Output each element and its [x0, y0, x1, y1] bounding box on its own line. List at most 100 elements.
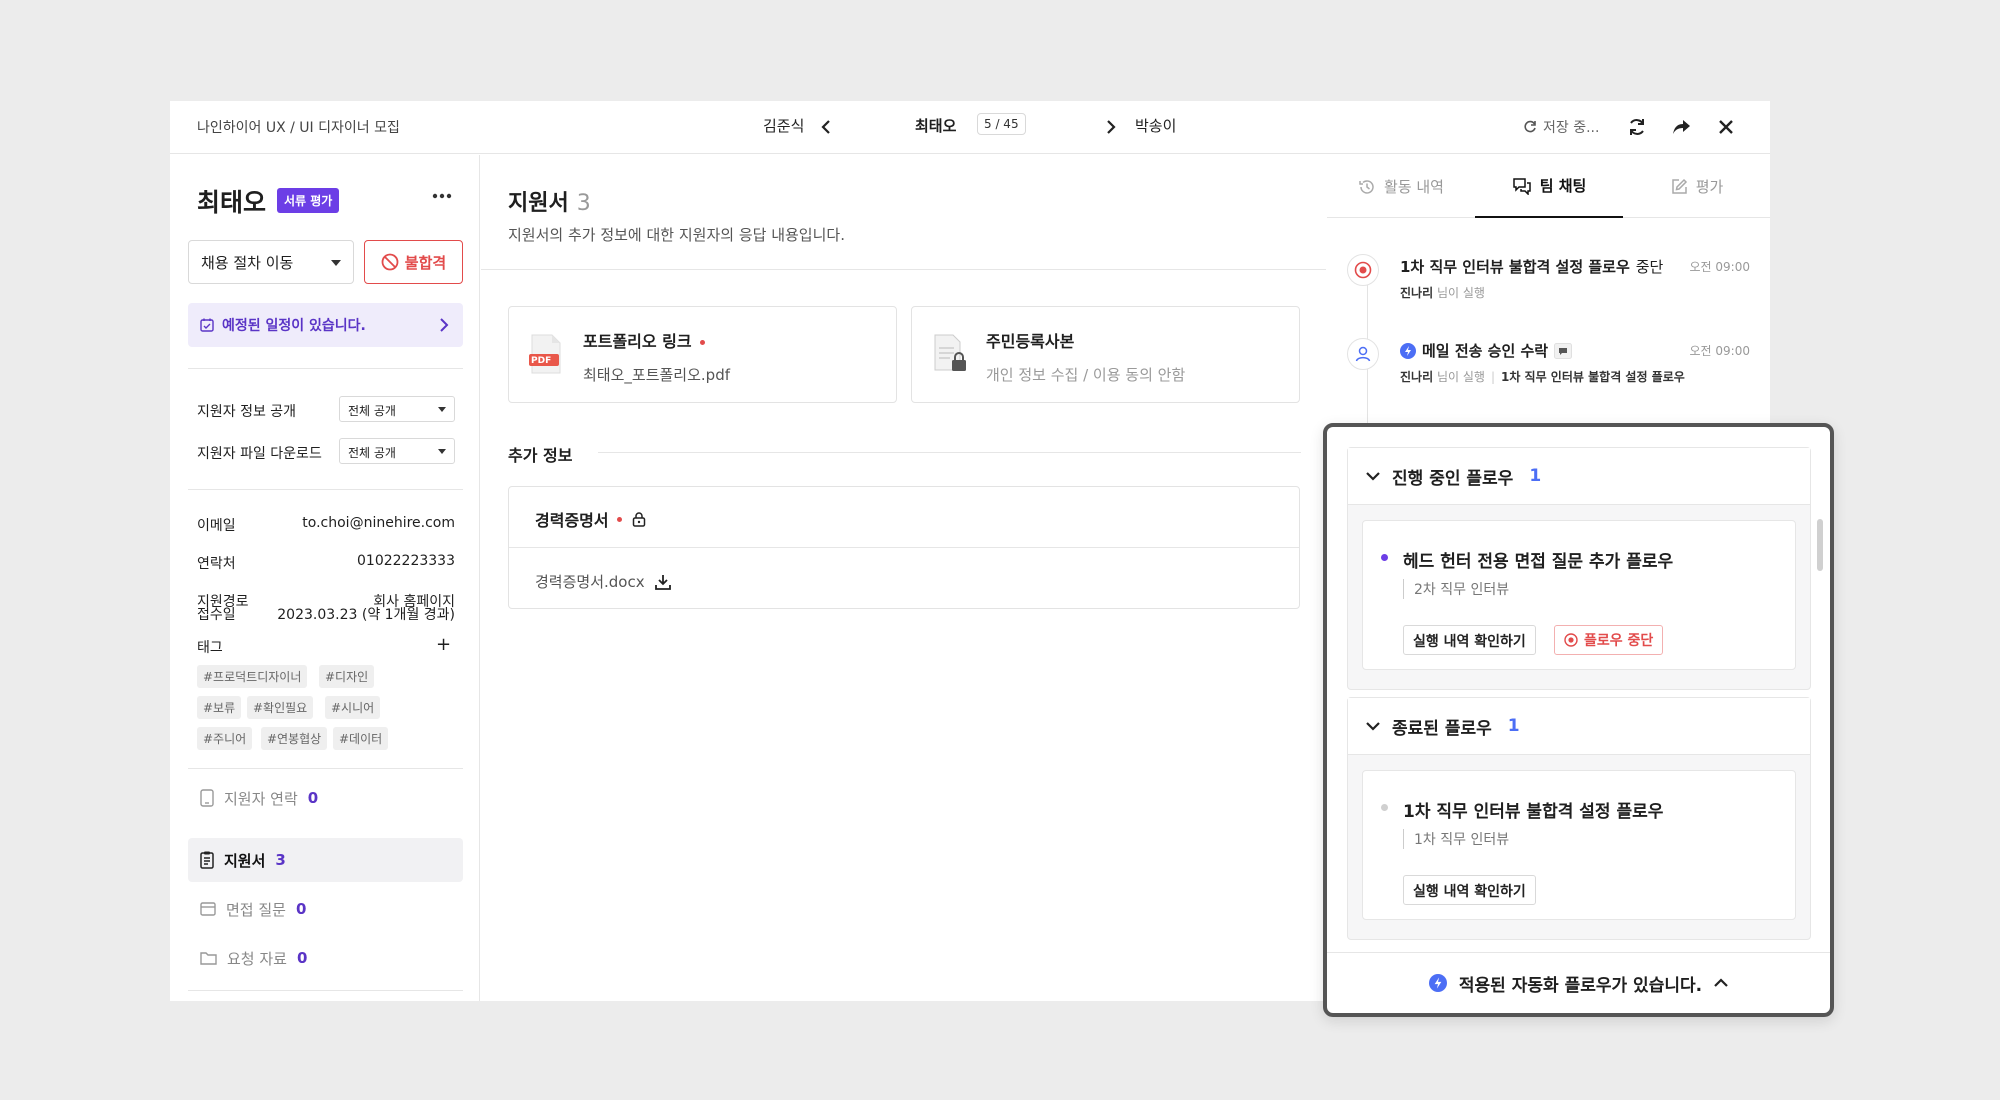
nav-count: 0: [296, 949, 308, 967]
portfolio-card[interactable]: PDF 포트폴리오 링크 최태오_포트폴리오.pdf: [508, 306, 897, 403]
current-candidate-name: 최태오: [915, 117, 957, 135]
candidate-sidebar: 최태오 서류 평가 채용 절차 이동 불합격 예정된 일정이 있습니다. 지원자…: [170, 155, 480, 1001]
doc-card-title-text: 경력증명서: [535, 511, 609, 530]
activity-time: 오전 09:00: [1689, 260, 1750, 274]
scrollbar[interactable]: [1817, 519, 1823, 571]
lock-icon: [632, 512, 645, 527]
section-label: 종료된 플로우: [1392, 718, 1492, 739]
tab-team-chat[interactable]: 팀 채팅: [1475, 155, 1623, 218]
running-flows-section: 진행 중인 플로우 1 헤드 헌터 전용 면접 질문 추가 플로우 2차 직무 인…: [1347, 447, 1811, 690]
setting-file-download: 지원자 파일 다운로드 전체 공개: [197, 438, 463, 464]
phone-icon: [200, 789, 214, 807]
tag-chip[interactable]: #보류: [197, 696, 242, 719]
chevron-right-icon: [440, 318, 449, 332]
user-icon: [1355, 346, 1371, 362]
setting-value: 전체 공개: [348, 404, 396, 418]
automation-footer[interactable]: 적용된 자동화 플로우가 있습니다.: [1327, 952, 1830, 1013]
save-status-text: 저장 중...: [1543, 120, 1600, 136]
status-dot: [1381, 804, 1388, 811]
history-icon: [1359, 179, 1374, 194]
tab-label: 평가: [1695, 178, 1724, 196]
chevron-left-icon[interactable]: [820, 119, 832, 135]
doc-file-name: 경력증명서.docx: [535, 573, 645, 591]
tag-chip[interactable]: #프로덕트디자이너: [197, 665, 308, 688]
section-count: 1: [1507, 716, 1520, 736]
file-download-select[interactable]: 전체 공개: [339, 438, 455, 464]
required-dot: [699, 340, 705, 345]
tags-label: 태그: [197, 640, 223, 656]
nav-item-requested-docs[interactable]: 요청 자료 0: [188, 936, 463, 980]
doc-card-title: 경력증명서: [535, 507, 646, 531]
ended-flows-section: 종료된 플로우 1 1차 직무 인터뷰 불합격 설정 플로우 1차 직무 인터뷰 …: [1347, 697, 1811, 940]
tag-chip[interactable]: #시니어: [325, 696, 381, 719]
more-icon[interactable]: [432, 193, 452, 199]
automation-flow-popup: 진행 중인 플로우 1 헤드 헌터 전용 면접 질문 추가 플로우 2차 직무 인…: [1323, 423, 1834, 1017]
activity-by: 진나리 님이 실행 | 1차 직무 인터뷰 불합격 설정 플로우: [1400, 368, 1685, 385]
reject-button[interactable]: 불합격: [364, 240, 463, 284]
stop-flow-label: 플로우 중단: [1584, 633, 1654, 649]
section-label: 진행 중인 플로우: [1392, 468, 1514, 489]
prev-candidate-name[interactable]: 김준식: [763, 115, 804, 136]
download-icon[interactable]: [654, 574, 671, 590]
activity-title: 1차 직무 인터뷰 불합격 설정 플로우 중단: [1400, 256, 1663, 277]
tab-activity[interactable]: 활동 내역: [1327, 155, 1475, 218]
info-visibility-select[interactable]: 전체 공개: [339, 396, 455, 422]
activity-time: 오전 09:00: [1689, 344, 1750, 358]
pdf-label: PDF: [531, 356, 552, 366]
chevron-up-icon[interactable]: [1714, 978, 1728, 988]
tag-chip[interactable]: #데이터: [333, 727, 389, 750]
view-history-button[interactable]: 실행 내역 확인하기: [1403, 875, 1536, 905]
view-history-button[interactable]: 실행 내역 확인하기: [1403, 625, 1536, 655]
flow-title: 1차 직무 인터뷰 불합격 설정 플로우: [1403, 802, 1664, 822]
activity-title: 메일 전송 승인 수락: [1400, 340, 1573, 361]
info-value[interactable]: to.choi@ninehire.com: [302, 515, 455, 531]
edit-icon: [1671, 178, 1687, 194]
job-title: 나인하이어 UX / UI 디자이너 모집: [197, 120, 400, 136]
flow-stage: 2차 직무 인터뷰: [1403, 579, 1509, 599]
file-card-title-text: 포트폴리오 링크: [583, 332, 692, 351]
running-flows-header[interactable]: 진행 중인 플로우 1: [1348, 448, 1810, 505]
clipboard-icon: [200, 851, 214, 869]
nav-item-application[interactable]: 지원서 3: [188, 838, 463, 882]
next-candidate-name[interactable]: 박송이: [1135, 115, 1176, 136]
tag-chip[interactable]: #디자인: [319, 665, 375, 688]
nav-item-interview-questions[interactable]: 면접 질문 0: [188, 887, 463, 931]
tag-chip[interactable]: #연봉협상: [261, 727, 328, 750]
tag-chip[interactable]: #확인필요: [247, 696, 314, 719]
nav-item-contact[interactable]: 지원자 연락 0: [188, 776, 463, 820]
automation-footer-text: 적용된 자동화 플로우가 있습니다.: [1458, 975, 1703, 996]
caret-down-icon: [438, 407, 446, 412]
chevron-right-icon[interactable]: [1105, 119, 1117, 135]
add-tag-icon[interactable]: +: [436, 634, 451, 655]
chevron-down-icon: [1366, 472, 1380, 481]
nav-label: 지원서: [224, 851, 266, 870]
move-stage-select[interactable]: 채용 절차 이동: [188, 240, 354, 284]
status-dot: [1381, 554, 1388, 561]
user-badge: [1347, 338, 1379, 370]
block-icon: [381, 253, 399, 271]
comment-icon[interactable]: [1554, 342, 1573, 359]
section-title: 지원서 3: [508, 185, 591, 217]
share-icon[interactable]: [1670, 116, 1692, 138]
actor-name: 진나리: [1400, 286, 1434, 300]
save-status: 저장 중...: [1523, 117, 1599, 137]
top-bar: 나인하이어 UX / UI 디자이너 모집 김준식 최태오 5 / 45 박송이…: [170, 101, 1770, 154]
tag-chip[interactable]: #주니어: [197, 727, 253, 750]
folder-icon: [200, 952, 217, 965]
setting-value: 전체 공개: [348, 446, 396, 460]
pdf-file-icon: [529, 334, 561, 374]
refresh-small-icon: [1524, 120, 1536, 133]
sync-icon[interactable]: [1626, 116, 1648, 138]
section-count: 3: [576, 191, 591, 216]
candidate-name: 최태오: [197, 188, 267, 217]
nav-count: 0: [295, 900, 307, 918]
activity-status: 중단: [1635, 258, 1664, 276]
resident-copy-card[interactable]: 주민등록사본 개인 정보 수집 / 이용 동의 안함: [911, 306, 1300, 403]
doc-file[interactable]: 경력증명서.docx: [535, 571, 671, 592]
tab-evaluation[interactable]: 평가: [1623, 155, 1771, 218]
close-icon[interactable]: [1715, 116, 1737, 138]
stop-flow-button[interactable]: 플로우 중단: [1554, 625, 1664, 655]
flow-item: 1차 직무 인터뷰 불합격 설정 플로우 1차 직무 인터뷰 실행 내역 확인하…: [1362, 770, 1796, 920]
schedule-notice[interactable]: 예정된 일정이 있습니다.: [188, 303, 463, 347]
ended-flows-header[interactable]: 종료된 플로우 1: [1348, 698, 1810, 755]
